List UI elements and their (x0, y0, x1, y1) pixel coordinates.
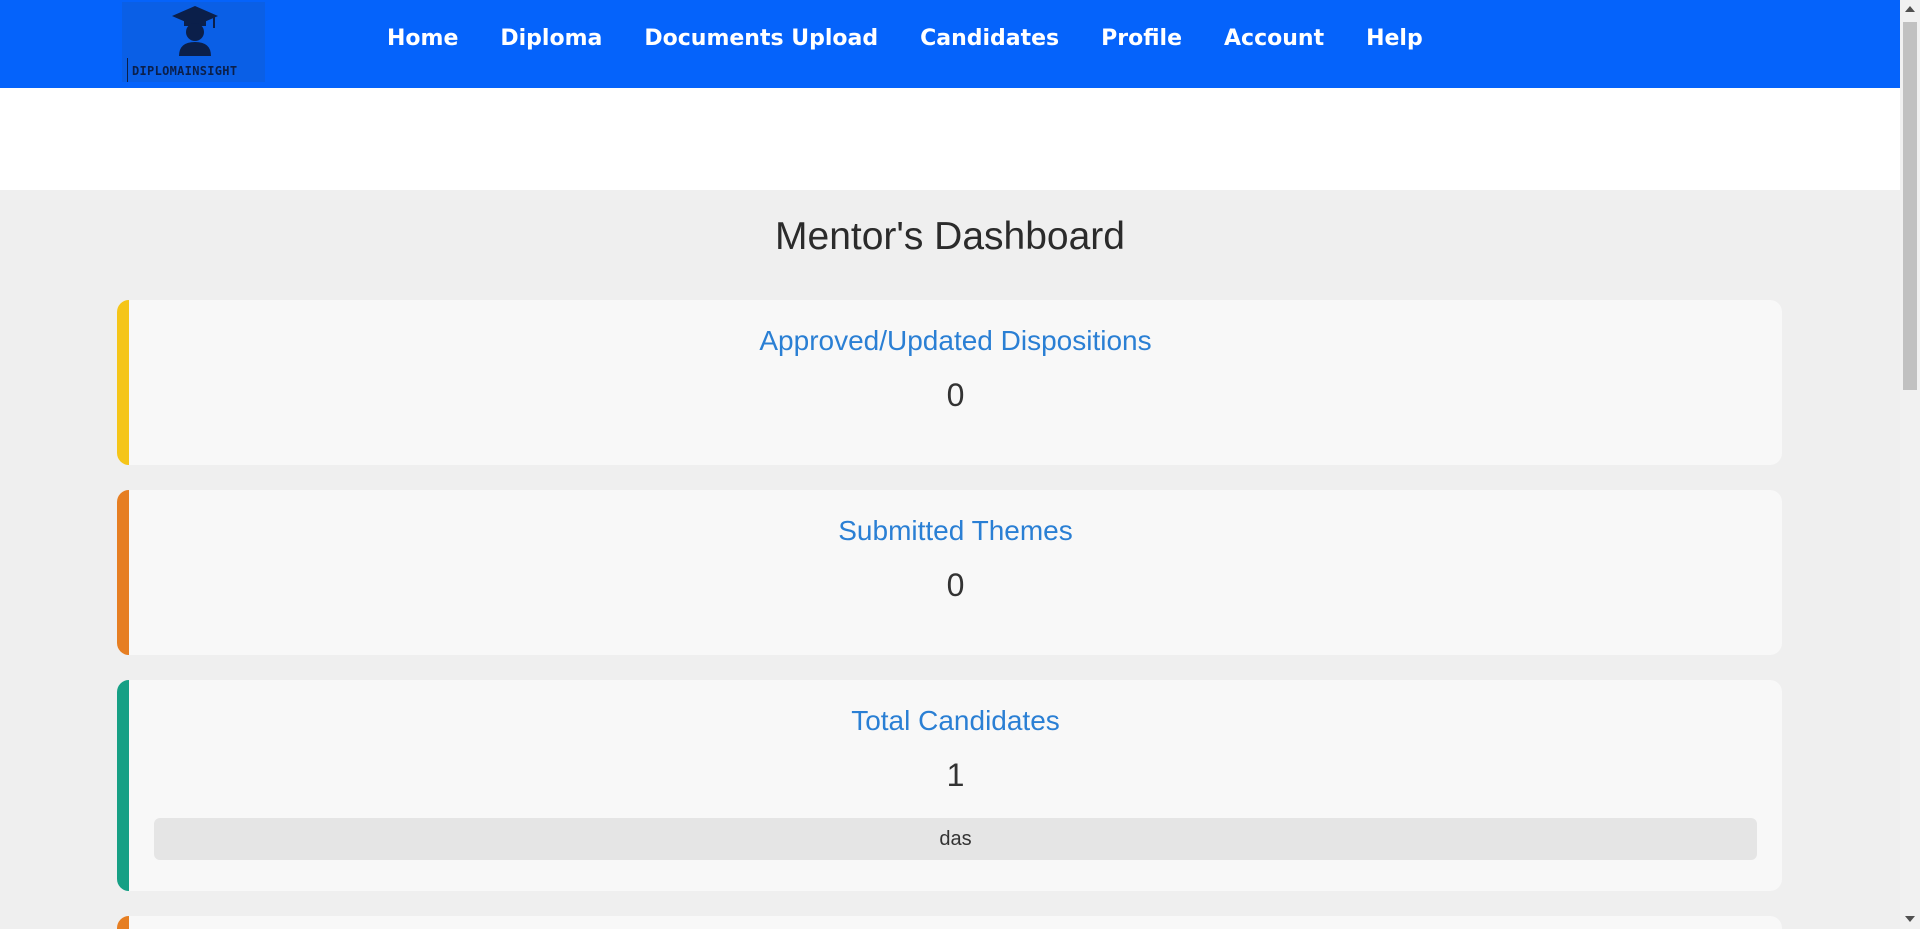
nav-home[interactable]: Home (387, 26, 458, 51)
main-nav: Home Diploma Documents Upload Candidates… (387, 26, 1465, 51)
card-accent (117, 490, 129, 655)
nav-profile[interactable]: Profile (1101, 26, 1182, 51)
top-navbar: DIPLOMAINSIGHT Home Diploma Documents Up… (0, 0, 1900, 88)
brand-logo[interactable]: DIPLOMAINSIGHT (122, 2, 265, 82)
card-partial (117, 916, 1782, 929)
nav-documents-upload[interactable]: Documents Upload (644, 26, 878, 51)
scroll-down-icon[interactable] (1905, 916, 1915, 922)
candidate-item[interactable]: das (154, 818, 1757, 860)
card-approved-dispositions: Approved/Updated Dispositions 0 (117, 300, 1782, 465)
card-submitted-themes: Submitted Themes 0 (117, 490, 1782, 655)
nav-account[interactable]: Account (1224, 26, 1324, 51)
scroll-thumb[interactable] (1903, 22, 1917, 390)
card-title: Total Candidates (851, 705, 1060, 736)
card-accent (117, 916, 129, 929)
card-title: Approved/Updated Dispositions (759, 325, 1152, 356)
card-accent (117, 680, 129, 891)
card-value: 0 (946, 377, 965, 413)
page-title: Mentor's Dashboard (775, 215, 1125, 258)
card-accent (117, 300, 129, 465)
logo-divider (127, 58, 128, 82)
nav-help[interactable]: Help (1366, 26, 1423, 51)
card-title: Submitted Themes (838, 515, 1073, 546)
card-total-candidates: Total Candidates 1 das (117, 680, 1782, 891)
header-spacer (0, 88, 1900, 190)
card-value: 0 (946, 567, 965, 603)
card-value: 1 (946, 757, 965, 793)
page-scrollbar[interactable] (1900, 0, 1920, 929)
logo-text: DIPLOMAINSIGHT (132, 64, 238, 78)
nav-diploma[interactable]: Diploma (500, 26, 602, 51)
scroll-up-icon[interactable] (1905, 6, 1915, 12)
graduate-cap-icon (172, 6, 218, 56)
nav-candidates[interactable]: Candidates (920, 26, 1059, 51)
page: DIPLOMAINSIGHT Home Diploma Documents Up… (0, 0, 1900, 929)
